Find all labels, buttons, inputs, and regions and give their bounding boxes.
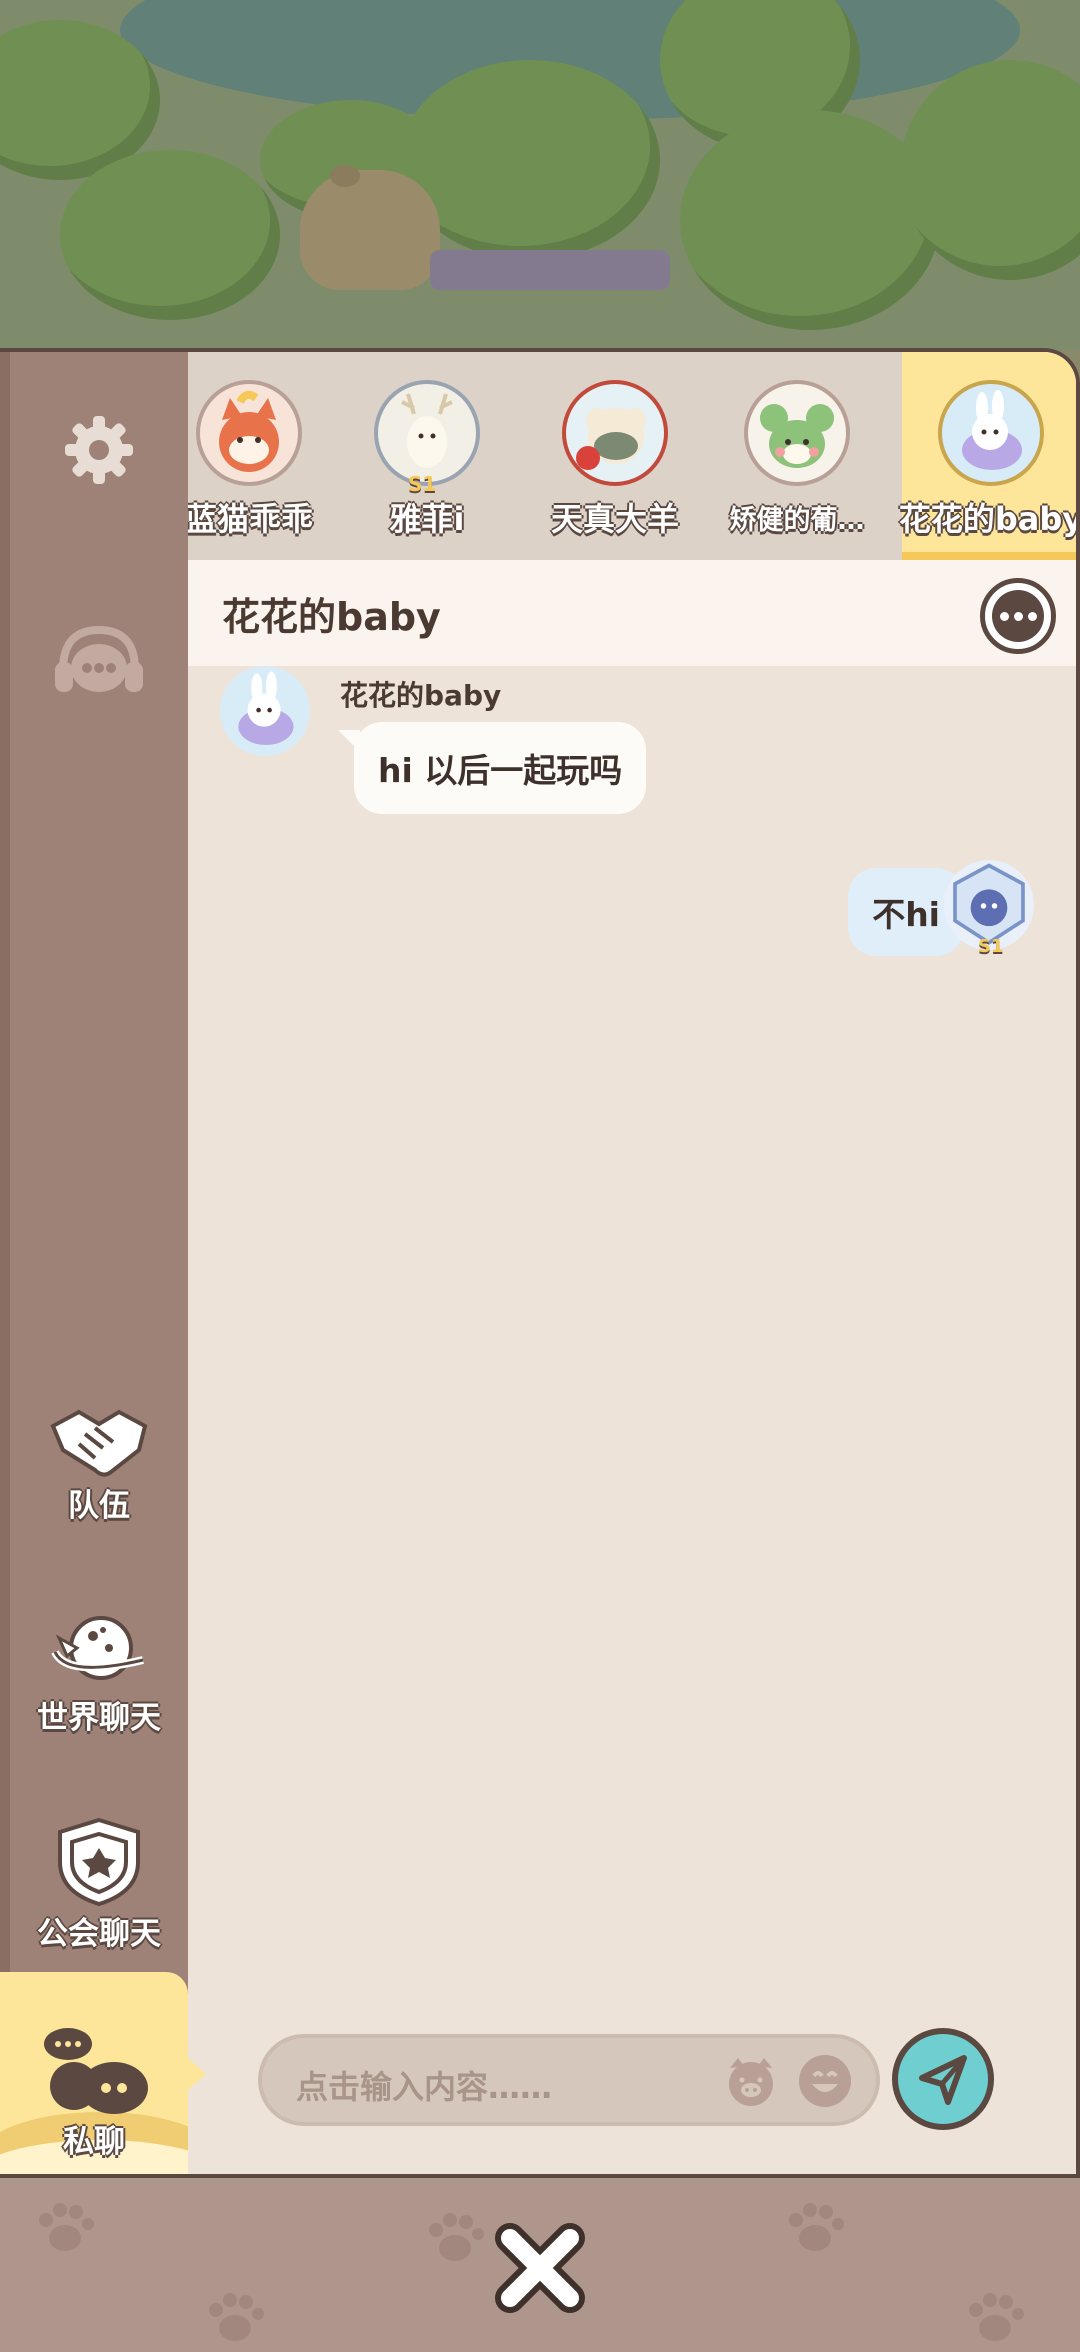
green-mouse-avatar-icon bbox=[760, 404, 834, 468]
chat-sidebar: 队伍 世界聊天 公会聊天 bbox=[0, 352, 188, 2174]
contact-name: 蓝猫乖乖 bbox=[188, 500, 313, 538]
contact-avatar bbox=[562, 380, 668, 486]
send-arrow-icon bbox=[919, 2055, 967, 2105]
tree bbox=[60, 150, 280, 320]
customer-service-button[interactable] bbox=[10, 624, 188, 704]
sheep-avatar-icon bbox=[576, 408, 646, 470]
season-badge: S1 bbox=[408, 472, 437, 496]
paw-print-icon bbox=[969, 2293, 1024, 2341]
season-badge: S1 bbox=[978, 936, 1004, 957]
bottom-bar bbox=[0, 2178, 1080, 2352]
planet-icon bbox=[51, 1616, 144, 1680]
private-chat-label: 私聊 bbox=[63, 2124, 125, 2160]
recent-contacts-strip[interactable]: 蓝猫乖乖 S1 雅菲i 天真大羊 矫健的葡… 花花的baby bbox=[188, 352, 1076, 560]
tree bbox=[680, 110, 940, 330]
private-chat-tab[interactable]: 私聊 bbox=[0, 1972, 188, 2174]
close-x-icon[interactable] bbox=[494, 2222, 586, 2314]
paw-print-icon bbox=[39, 2203, 94, 2251]
chat-bubbles-icon bbox=[44, 2028, 148, 2114]
contact-avatar bbox=[744, 380, 850, 486]
contact-avatar bbox=[374, 380, 480, 486]
contact-item[interactable]: 蓝猫乖乖 bbox=[188, 352, 338, 560]
paw-print-icon bbox=[429, 2213, 484, 2261]
handshake-icon bbox=[50, 1409, 148, 1477]
chat-title: 花花的baby bbox=[222, 595, 441, 639]
contact-name: 矫健的葡… bbox=[729, 505, 865, 536]
capybara-character bbox=[300, 170, 440, 290]
message-sender-name: 花花的baby bbox=[340, 679, 502, 712]
more-dots-icon bbox=[992, 590, 1044, 642]
contact-name: 花花的baby bbox=[898, 500, 1076, 538]
message-bubble-incoming[interactable]: hi 以后一起玩吗 bbox=[337, 722, 647, 814]
guild-chat-label: 公会聊天 bbox=[37, 1916, 161, 1952]
message-input[interactable]: 点击输入内容…… bbox=[258, 2034, 880, 2126]
team-label: 队伍 bbox=[68, 1488, 130, 1524]
paw-print-icon bbox=[209, 2293, 264, 2341]
chat-header: 花花的baby bbox=[188, 560, 1076, 666]
pig-sticker-icon[interactable] bbox=[722, 2052, 780, 2110]
red-panda-avatar-icon bbox=[219, 390, 279, 472]
contact-name: 天真大羊 bbox=[550, 500, 679, 538]
customer-service-icon bbox=[55, 625, 143, 692]
guild-shield-icon bbox=[58, 1817, 140, 1907]
emoji-icon[interactable] bbox=[796, 2052, 854, 2110]
chat-panel: 队伍 世界聊天 公会聊天 私聊 蓝猫乖乖 S1 雅菲i 天真大羊 矫健的葡… 花… bbox=[0, 348, 1080, 2178]
contact-avatar bbox=[938, 380, 1044, 486]
settings-button[interactable] bbox=[10, 412, 188, 488]
guild-chat-tab[interactable]: 公会聊天 bbox=[10, 1816, 188, 1953]
deer-avatar-icon bbox=[401, 393, 453, 468]
contact-name: 雅菲i bbox=[389, 500, 465, 538]
contact-item-active[interactable]: 花花的baby bbox=[899, 352, 1076, 560]
world-chat-tab[interactable]: 世界聊天 bbox=[10, 1608, 188, 1737]
message-list: 花花的baby hi 以后一起玩吗 不hi S1 bbox=[188, 666, 1076, 1966]
stone-wall bbox=[430, 250, 670, 290]
bunny-avatar-icon bbox=[962, 390, 1022, 470]
contact-item[interactable]: 天真大羊 bbox=[526, 352, 704, 560]
contact-avatar bbox=[196, 380, 302, 486]
paw-print-icon bbox=[789, 2203, 844, 2251]
send-button[interactable] bbox=[892, 2028, 994, 2130]
sender-avatar[interactable] bbox=[220, 666, 310, 756]
contact-item[interactable]: S1 雅菲i bbox=[338, 352, 516, 560]
bunny-avatar-icon bbox=[238, 671, 294, 745]
team-tab[interactable]: 队伍 bbox=[10, 1404, 188, 1525]
input-placeholder: 点击输入内容…… bbox=[296, 2068, 553, 2106]
active-tab-pointer bbox=[188, 2058, 206, 2090]
settings-gear-icon bbox=[65, 416, 133, 484]
world-chat-label: 世界聊天 bbox=[37, 1700, 161, 1736]
more-options-button[interactable] bbox=[980, 578, 1056, 654]
capybara-ear bbox=[330, 165, 360, 187]
send-button-face bbox=[898, 2034, 988, 2124]
contact-item[interactable]: 矫健的葡… bbox=[708, 352, 886, 560]
game-scene-background bbox=[0, 0, 1080, 350]
